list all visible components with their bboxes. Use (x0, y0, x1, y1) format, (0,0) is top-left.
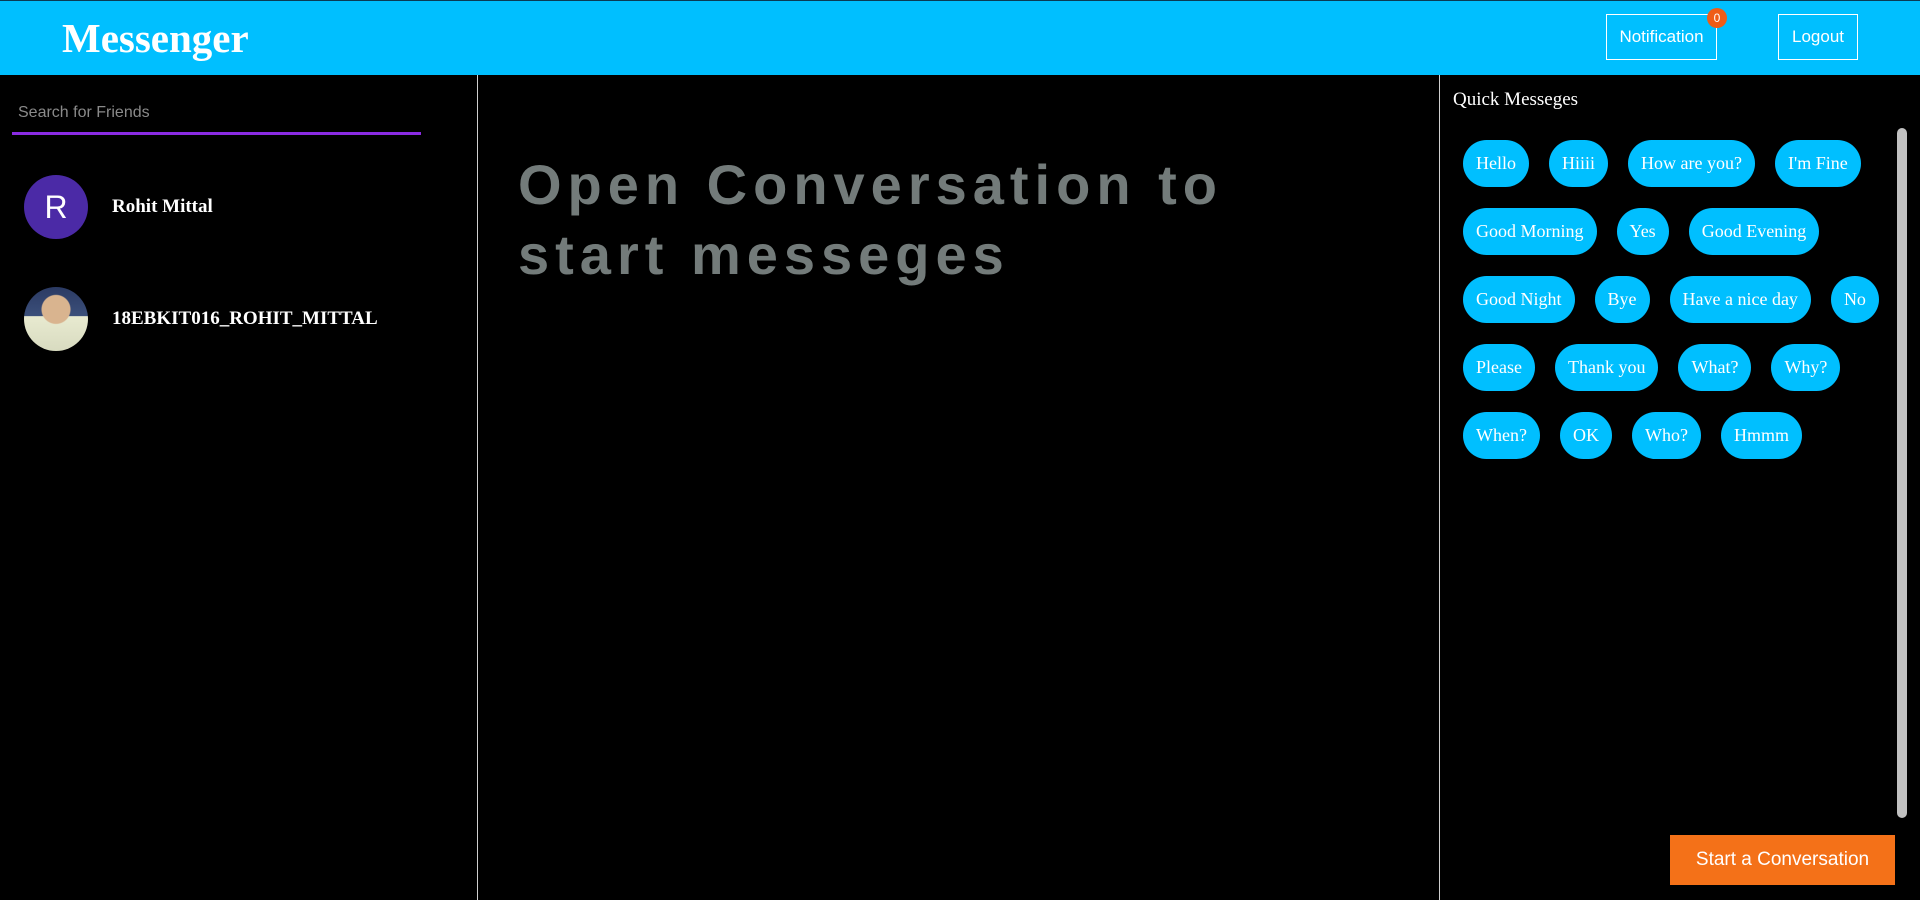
quick-message-chip[interactable]: Have a nice day (1669, 276, 1811, 323)
quick-message-chip[interactable]: When? (1463, 412, 1540, 459)
friends-sidebar: R Rohit Mittal 18EBKIT016_ROHIT_MITTAL (0, 75, 478, 900)
app-title: Messenger (62, 15, 249, 61)
quick-message-chip[interactable]: What? (1678, 344, 1752, 391)
quick-message-chip[interactable]: No (1830, 276, 1879, 323)
friend-item[interactable]: R Rohit Mittal (24, 174, 454, 240)
search-friends-input[interactable] (12, 93, 421, 135)
friend-name: 18EBKIT016_ROHIT_MITTAL (112, 308, 378, 329)
start-conversation-button[interactable]: Start a Conversation (1670, 835, 1895, 885)
friend-name: Rohit Mittal (112, 196, 213, 217)
quick-messages-list: Hello Hiiii How are you? I'm Fine Good M… (1463, 140, 1883, 459)
friend-item[interactable]: 18EBKIT016_ROHIT_MITTAL (24, 286, 454, 352)
empty-conversation-message: Open Conversation to start messeges (518, 153, 1223, 286)
quick-messages-title: Quick Messeges (1453, 89, 1579, 110)
quick-message-chip[interactable]: Yes (1616, 208, 1669, 255)
quick-message-chip[interactable]: Please (1463, 344, 1535, 391)
quick-message-chip[interactable]: Hmmm (1720, 412, 1802, 459)
quick-message-chip[interactable]: I'm Fine (1774, 140, 1861, 187)
quick-messages-scrollbar[interactable] (1897, 128, 1907, 818)
quick-message-chip[interactable]: Hello (1463, 140, 1529, 187)
logout-button[interactable]: Logout (1778, 14, 1858, 60)
notification-button[interactable]: Notification (1606, 14, 1717, 60)
avatar-photo (24, 287, 88, 351)
quick-message-chip[interactable]: How are you? (1628, 140, 1755, 187)
quick-message-chip[interactable]: Why? (1771, 344, 1841, 391)
quick-message-chip[interactable]: Thank you (1554, 344, 1659, 391)
quick-message-chip[interactable]: Who? (1631, 412, 1701, 459)
quick-message-chip[interactable]: Bye (1594, 276, 1650, 323)
quick-message-chip[interactable]: Good Morning (1463, 208, 1597, 255)
conversation-panel: Open Conversation to start messeges (478, 75, 1440, 900)
notification-count-badge: 0 (1707, 8, 1727, 28)
quick-messages-panel: Quick Messeges Hello Hiiii How are you? … (1440, 75, 1920, 900)
quick-message-chip[interactable]: Hiiii (1549, 140, 1609, 187)
avatar: R (24, 175, 88, 239)
avatar-letter: R (44, 188, 68, 225)
quick-message-chip[interactable]: OK (1559, 412, 1612, 459)
quick-message-chip[interactable]: Good Evening (1688, 208, 1820, 255)
quick-message-chip[interactable]: Good Night (1463, 276, 1575, 323)
